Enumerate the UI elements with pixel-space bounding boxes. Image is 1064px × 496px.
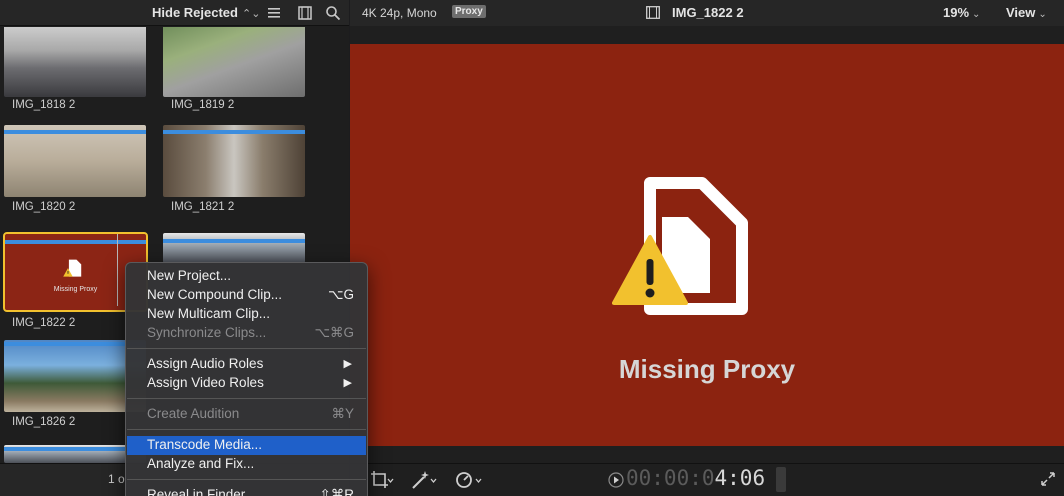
fullscreen-icon[interactable]: [1040, 471, 1056, 487]
clip-thumbnail[interactable]: [4, 125, 146, 197]
clip-thumbnail[interactable]: [163, 27, 305, 97]
menu-item-shortcut: ⌥⌘G: [314, 325, 354, 340]
clip-name: IMG_1821 2: [171, 201, 235, 213]
menu-item-analyze-and-fix[interactable]: Analyze and Fix...: [127, 455, 366, 474]
zoom-popup[interactable]: 19% ⌄: [943, 5, 980, 20]
skimmer-line: [117, 234, 118, 306]
submenu-arrow-icon: ▶: [343, 358, 352, 370]
menu-item-new-project[interactable]: New Project...: [127, 267, 366, 286]
chevron-down-icon: ⌄: [1038, 9, 1047, 20]
clip-name: IMG_1818 2: [12, 99, 76, 111]
menu-item-create-audition: Create Audition ⌘Y: [127, 405, 366, 424]
range-marker: [163, 239, 305, 243]
menu-item-assign-video-roles[interactable]: Assign Video Roles ▶: [127, 374, 366, 393]
menu-item-synchronize-clips: Synchronize Clips... ⌥⌘G: [127, 324, 366, 343]
format-info: 4K 24p, Mono: [362, 6, 437, 20]
chevron-down-icon: ⌄: [972, 9, 981, 20]
menu-item-reveal-in-finder[interactable]: Reveal in Finder ⇧⌘R: [127, 486, 366, 496]
filter-label: Hide Rejected: [152, 5, 238, 20]
menu-item-transcode-media[interactable]: Transcode Media...: [127, 436, 366, 455]
menu-item-new-multicam-clip[interactable]: New Multicam Clip...: [127, 305, 366, 324]
timecode-dim: 00:00:0: [626, 466, 715, 490]
menu-separator: [127, 429, 366, 430]
menu-item-label: Create Audition: [147, 406, 240, 421]
viewer-pane: 4K 24p, Mono Proxy IMG_1822 2 19% ⌄ View ⌄…: [350, 0, 1064, 496]
clip-name: IMG_1822 2: [12, 317, 76, 329]
clip-name: IMG_1820 2: [12, 201, 76, 213]
missing-proxy-label: Missing Proxy: [618, 354, 796, 384]
clip-thumbnail[interactable]: [163, 125, 305, 197]
menu-item-label: Analyze and Fix...: [147, 456, 255, 471]
clip-thumbnail[interactable]: [4, 27, 146, 97]
clip-name: IMG_1826 2: [12, 416, 76, 428]
view-popup[interactable]: View ⌄: [1006, 5, 1047, 20]
view-label: View: [1006, 5, 1036, 20]
missing-proxy-icon: [612, 177, 748, 315]
menu-item-label: New Project...: [147, 268, 232, 283]
viewer-toolbar: 4K 24p, Mono Proxy IMG_1822 2 19% ⌄ View ⌄: [350, 0, 1064, 26]
viewer-clip-title: IMG_1822 2: [672, 5, 744, 20]
selection-count: 1 o: [108, 472, 125, 486]
list-view-icon[interactable]: [266, 5, 282, 21]
menu-separator: [127, 398, 366, 399]
enhance-wand-icon[interactable]: [408, 468, 438, 492]
proxy-badge: Proxy: [452, 5, 486, 18]
zoom-value: 19%: [943, 5, 970, 20]
menu-item-label: New Multicam Clip...: [147, 306, 271, 321]
transform-crop-menu-icon[interactable]: [368, 468, 394, 492]
retime-speed-icon[interactable]: [454, 468, 486, 492]
menu-item-assign-audio-roles[interactable]: Assign Audio Roles ▶: [127, 355, 366, 374]
menu-item-shortcut: ⌥G: [327, 287, 354, 302]
menu-item-label: Assign Video Roles: [147, 375, 264, 390]
clip-name: IMG_1819 2: [171, 99, 235, 111]
menu-item-label: Synchronize Clips...: [147, 325, 267, 340]
clip-thumbnail[interactable]: [163, 233, 305, 263]
context-menu: New Project... New Compound Clip... ⌥G N…: [125, 262, 368, 496]
menu-item-shortcut: ⌘Y: [331, 406, 354, 421]
audio-meter-slot: [776, 467, 786, 492]
browser-toolbar: Hide Rejected ⌃⌄: [0, 0, 349, 26]
menu-item-new-compound-clip[interactable]: New Compound Clip... ⌥G: [127, 286, 366, 305]
timecode-display[interactable]: 00:00:04:06: [608, 466, 765, 490]
film-clip-icon: [646, 6, 660, 19]
menu-separator: [127, 348, 366, 349]
filmstrip-settings-icon[interactable]: [297, 5, 313, 21]
play-icon[interactable]: [608, 472, 624, 488]
menu-item-label: Reveal in Finder: [147, 487, 246, 496]
timecode-value: 4:06: [714, 466, 766, 490]
viewer-frame[interactable]: Missing Proxy: [350, 44, 1064, 446]
menu-item-label: New Compound Clip...: [147, 287, 283, 302]
submenu-arrow-icon: ▶: [343, 377, 352, 389]
search-icon[interactable]: [325, 5, 341, 21]
viewer-controls: 00:00:04:06: [350, 463, 1064, 496]
menu-separator: [127, 479, 366, 480]
menu-item-shortcut: ⇧⌘R: [319, 487, 354, 496]
range-marker: [4, 130, 146, 134]
menu-item-label: Transcode Media...: [147, 437, 263, 452]
updown-chevron-icon: ⌃⌄: [241, 8, 261, 20]
menu-item-label: Assign Audio Roles: [147, 356, 264, 371]
filter-popup[interactable]: Hide Rejected ⌃⌄: [152, 5, 260, 20]
range-marker: [163, 130, 305, 134]
